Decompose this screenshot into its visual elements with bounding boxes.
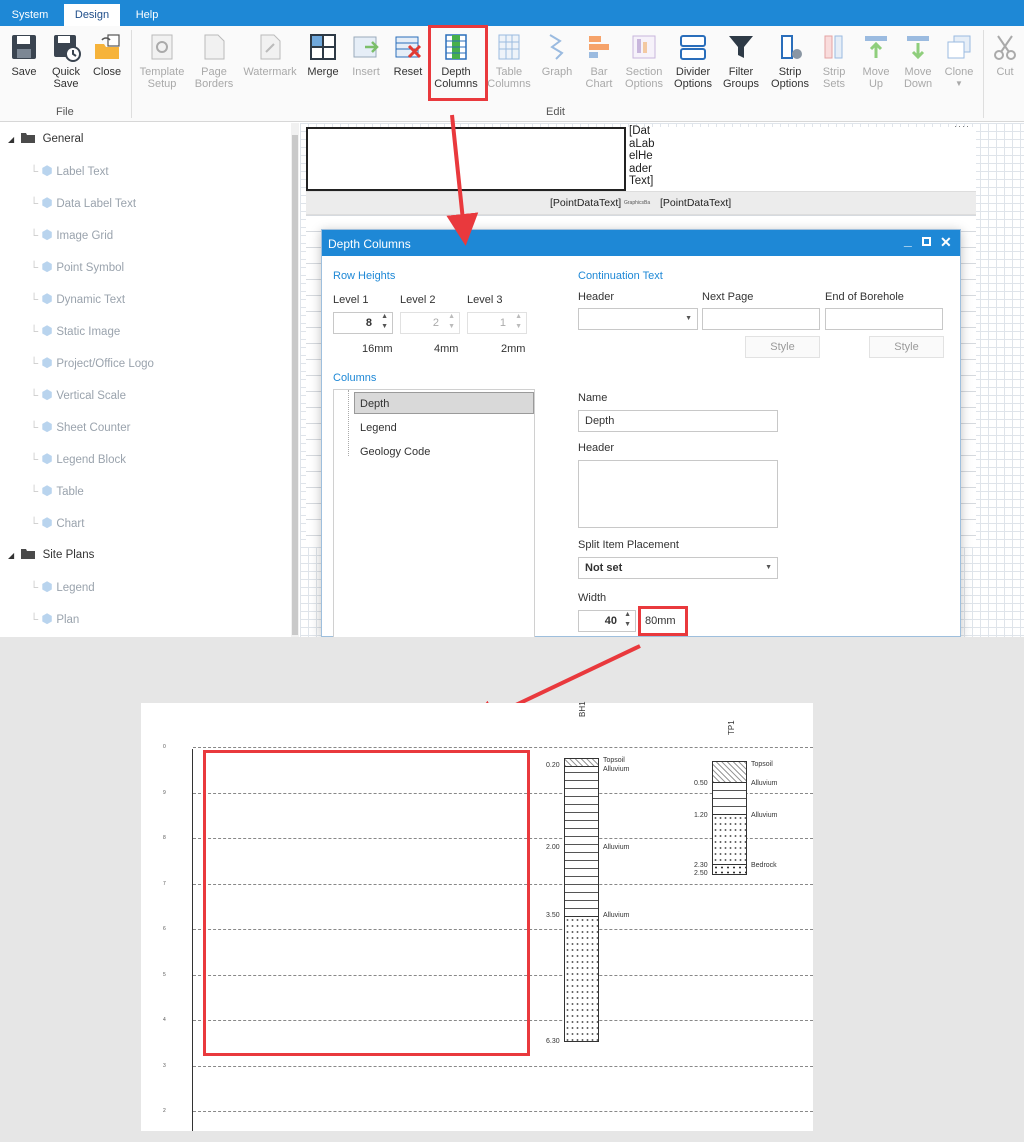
depth-tick-label: 6	[163, 926, 166, 932]
depth-tick-label: 8	[163, 835, 166, 841]
depth-column-highlight	[203, 750, 530, 1056]
tp1-strata-column	[712, 761, 747, 875]
depth-tick-label: 0	[163, 744, 166, 750]
tp1-geology: Bedrock	[751, 862, 777, 869]
tp1-depth: 2.30	[694, 862, 708, 869]
tp1-depth: 2.50	[694, 870, 708, 877]
depth-tick-label: 4	[163, 1017, 166, 1023]
alluvium-pattern	[565, 767, 598, 917]
bh1-geology: Alluvium	[603, 766, 630, 773]
depth-gridline	[193, 747, 813, 748]
arrow-to-dialog	[446, 114, 479, 246]
bh1-depth: 0.20	[546, 762, 560, 769]
borehole-name-tp1: TP1	[727, 720, 736, 735]
depth-gridline	[193, 1065, 813, 1067]
sand-pattern	[565, 917, 598, 1041]
bh1-depth: 2.00	[546, 844, 560, 851]
topsoil-pattern	[713, 762, 746, 783]
bh1-geology: Topsoil	[603, 757, 625, 764]
bh1-geology: Alluvium	[603, 844, 630, 851]
depth-tick-label: 9	[163, 789, 166, 796]
tp1-geology: Alluvium	[751, 780, 778, 787]
tp1-geology: Topsoil	[751, 761, 773, 768]
bh1-depth: 3.50	[546, 912, 560, 919]
borehole-name-bh1: BH1	[578, 701, 587, 717]
topsoil-pattern	[565, 759, 598, 767]
bh1-depth: 6.30	[546, 1038, 560, 1045]
tp1-depth: 1.20	[694, 812, 708, 819]
depth-tick-label: 3	[163, 1062, 166, 1069]
bh1-strata-column	[564, 758, 599, 1042]
sand-pattern	[713, 815, 746, 865]
depth-axis	[192, 749, 193, 1131]
depth-tick-label: 5	[163, 971, 166, 978]
depth-tick-label: 7	[163, 880, 166, 887]
tp1-depth: 0.50	[694, 780, 708, 787]
bedrock-pattern	[713, 865, 746, 874]
alluvium-pattern	[713, 783, 746, 815]
tp1-geology: Alluvium	[751, 812, 778, 819]
depth-gridline	[193, 1111, 813, 1112]
depth-tick-label: 2	[163, 1108, 166, 1114]
bh1-geology: Alluvium	[603, 912, 630, 919]
log-preview: 0 9 8 7 6 5 4 3 2 BH1 0.20 2.00 3.50 6.30 Topsoi…	[141, 701, 813, 1131]
